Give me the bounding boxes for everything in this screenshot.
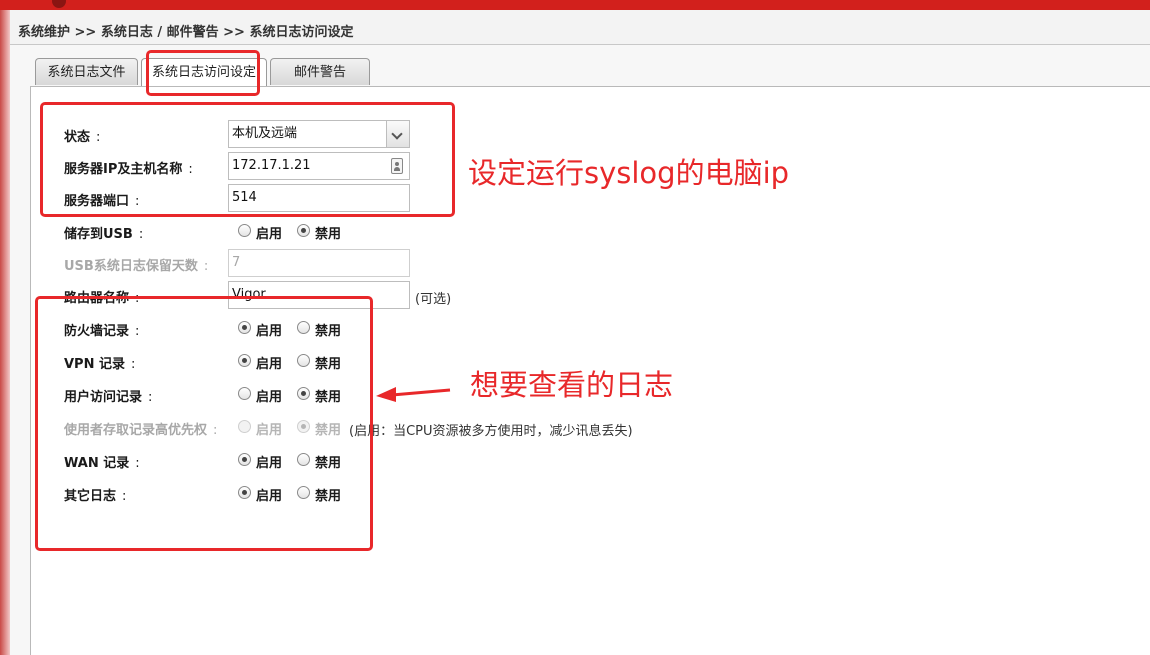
contact-card-icon[interactable] [391,158,403,174]
server-port-input[interactable]: 514 [228,184,410,212]
firewall-disable-radio[interactable] [297,321,310,334]
server-port-label: 服务器端口: [64,194,140,209]
priority-disable-label: 禁用 [315,423,342,438]
other-log-enable-label: 启用 [256,489,283,504]
vpn-disable-radio[interactable] [297,354,310,367]
usb-days-value: 7 [232,255,241,270]
other-log-enable-radio[interactable] [238,486,251,499]
logs-annotation: 想要查看的日志 [470,368,674,402]
priority-label: 使用者存取记录高优先权: [64,423,218,438]
firewall-enable-radio[interactable] [238,321,251,334]
usb-enable-radio[interactable] [238,224,251,237]
wan-enable-radio[interactable] [238,453,251,466]
status-select[interactable]: 本机及远端 [228,120,410,148]
vpn-label: VPN 记录: [64,357,136,372]
user-access-enable-label: 启用 [256,390,283,405]
firewall-disable-label: 禁用 [315,324,342,339]
other-log-disable-label: 禁用 [315,489,342,504]
wan-disable-label: 禁用 [315,456,342,471]
logo-icon [52,0,66,8]
chevron-down-icon[interactable] [386,121,409,147]
left-sidebar-edge [0,10,10,655]
usb-disable-label: 禁用 [315,227,342,242]
firewall-label: 防火墙记录: [64,324,140,339]
priority-disable-radio[interactable] [297,420,310,433]
tab-syslog-access-setup[interactable]: 系统日志访问设定 [141,58,267,87]
vpn-disable-label: 禁用 [315,357,342,372]
server-ip-input[interactable]: 172.17.1.21 [228,152,410,180]
server-ip-label: 服务器IP及主机名称: [64,162,193,177]
tab-mail-alert[interactable]: 邮件警告 [270,58,370,85]
server-ip-value: 172.17.1.21 [232,158,311,173]
usb-label: 储存到USB: [64,227,144,242]
other-log-label: 其它日志: [64,489,127,504]
usb-days-label: USB系统日志保留天数: [64,259,209,274]
status-select-value: 本机及远端 [232,126,298,141]
top-brand-bar [0,0,1150,10]
usb-disable-radio[interactable] [297,224,310,237]
user-access-disable-radio[interactable] [297,387,310,400]
wan-enable-label: 启用 [256,456,283,471]
other-log-disable-radio[interactable] [297,486,310,499]
router-name-label: 路由器名称: [64,291,140,306]
user-access-disable-label: 禁用 [315,390,342,405]
breadcrumb: 系统维护 >> 系统日志 / 邮件警告 >> 系统日志访问设定 [18,25,354,40]
wan-disable-radio[interactable] [297,453,310,466]
usb-enable-label: 启用 [256,227,283,242]
vpn-enable-radio[interactable] [238,354,251,367]
user-access-enable-radio[interactable] [238,387,251,400]
tab-syslog-file[interactable]: 系统日志文件 [35,58,138,85]
user-access-label: 用户访问记录: [64,390,153,405]
priority-enable-radio[interactable] [238,420,251,433]
usb-days-input[interactable]: 7 [228,249,410,277]
router-name-optional-note: (可选) [415,292,452,307]
syslog-ip-annotation: 设定运行syslog的电脑ip [468,156,790,190]
firewall-enable-label: 启用 [256,324,283,339]
status-label: 状态: [64,130,101,145]
annotation-arrow-icon [376,387,451,402]
vpn-enable-label: 启用 [256,357,283,372]
wan-label: WAN 记录: [64,456,140,471]
priority-note: (启用：当CPU资源被多方使用时，减少讯息丢失) [349,424,633,439]
priority-enable-label: 启用 [256,423,283,438]
router-name-input[interactable]: Vigor [228,281,410,309]
router-name-value: Vigor [232,287,266,302]
server-port-value: 514 [232,190,257,205]
